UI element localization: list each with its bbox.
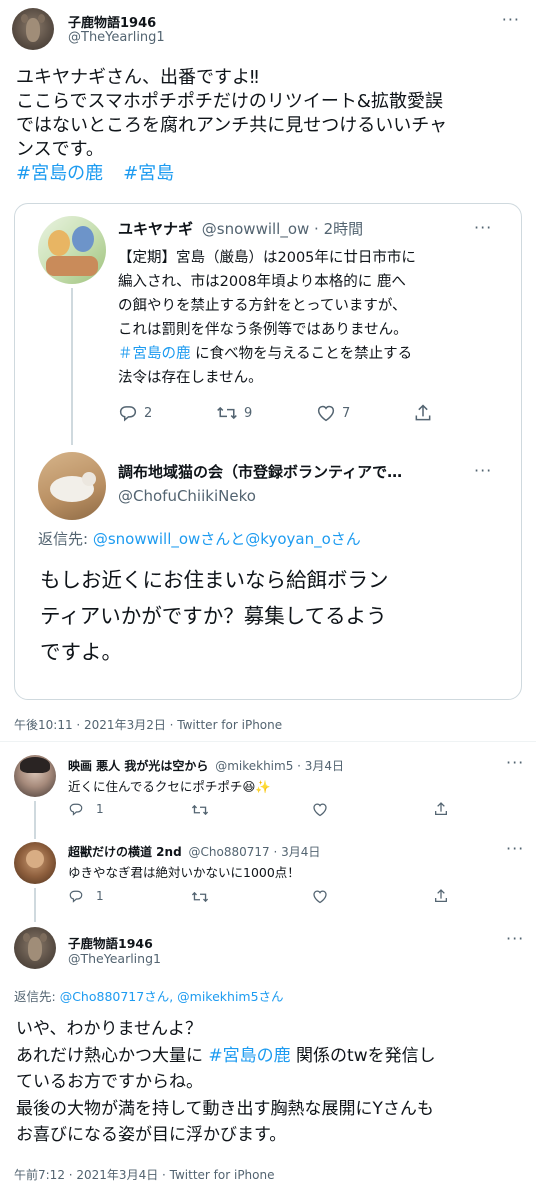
tweet-line: ここらでスマホポチポチだけのリツイート&拡散愛誤 [16,91,443,112]
hashtag-line: #宮島の鹿 #宮島 [16,162,526,186]
retweet-count: 9 [244,405,253,421]
reply-count: 1 [96,802,104,816]
quote-line: これは罰則を伴なう条例等ではありません。 [118,322,408,338]
heart-icon [317,405,335,422]
quote-reply-line: もしお近くにお住まいなら給餌ボラン [40,568,389,592]
thread-line [34,801,36,839]
author-name[interactable]: 子鹿物語1946 [68,933,153,952]
quote-reply-handle[interactable]: @ChofuChiikiNeko [118,487,256,505]
hashtag-link[interactable]: #宮島 [123,163,174,184]
quote-line: 編入され、市は2008年頃より本格的に 鹿へ [118,274,406,290]
quote-author-handle[interactable]: @snowwill_ow · 2時間 [202,220,363,238]
quote-avatar[interactable] [38,216,106,284]
reply-icon [69,890,83,903]
more-icon[interactable]: ··· [506,929,524,948]
author-handle[interactable]: @TheYearling1 [68,951,161,966]
reply-line: いや、わかりませんよ？ [16,1019,202,1039]
quote-line: ＃宮島の鹿 に食べ物を与えることを禁止する [118,346,413,362]
more-icon[interactable]: ··· [474,461,492,480]
hashtag-link[interactable]: #宮島の鹿 [16,163,103,184]
reply-author-name[interactable]: 映画 悪人 我が光は空から [68,759,208,773]
reply-count: 1 [96,889,104,903]
quote-line: 【定期】宮島（厳島）は2005年に廿日市市に [118,250,416,266]
share-icon[interactable] [433,888,449,904]
heart-icon[interactable] [312,802,328,817]
tweet-line: ではないところを腐れアンチ共に見せつけるいいチャ [16,115,448,136]
quote-reply-body: もしお近くにお住まいなら給餌ボラン ティアいかがですか？募集してるよう ですよ。 [40,562,510,670]
retweet-icon [217,406,237,420]
tweet-line: ユキヤナギさん、出番ですよ‼ [16,67,259,88]
reply-author-handle[interactable]: @Cho880717 · 3月4日 [189,845,321,859]
quote-header: ユキヤナギ @snowwill_ow · 2時間 [118,218,363,239]
more-icon[interactable]: ··· [502,10,520,29]
tweet-timestamp[interactable]: 午前7:12 · 2021年3月4日 · Twitter for iPhone [14,1166,275,1183]
reply-avatar[interactable] [14,755,56,797]
replying-to: 返信先: @snowwill_owさんと@kyoyan_oさん [38,530,361,548]
reply-action[interactable]: 1 [68,802,104,816]
like-action[interactable]: 7 [316,404,350,422]
divider [0,741,536,742]
more-icon[interactable]: ··· [506,753,524,772]
thread-line [71,288,73,445]
reply-author-name[interactable]: 超獣だけの横道 2nd [68,845,182,859]
reply-author-handle[interactable]: @mikekhim5 · 3月4日 [215,759,344,773]
retweet-icon[interactable] [191,890,209,904]
share-icon[interactable] [433,801,449,817]
hashtag-link[interactable]: ＃宮島の鹿 [118,346,191,362]
quote-reply-name[interactable]: 調布地域猫の会（市登録ボランティアで… [118,461,402,482]
reply-action[interactable]: 2 [118,404,152,422]
tweet-line: ンスです。 [16,139,104,160]
quote-line: の餌やりを禁止する方針をとっていますが、 [118,298,407,314]
author-handle[interactable]: @TheYearling1 [68,30,165,45]
author-name[interactable]: 子鹿物語1946 [68,12,156,31]
more-icon[interactable]: ··· [506,839,524,858]
retweet-icon[interactable] [191,803,209,817]
quote-reply-line: ティアいかがですか？募集してるよう [40,604,387,628]
reply-line: あれだけ熱心かつ大量に #宮島の鹿 関係のtwを発信し [16,1045,436,1066]
reply-text: 近くに住んでるクセにポチポチ😆✨ [68,779,271,794]
reply-icon [69,803,83,816]
like-count: 7 [342,405,351,421]
quote-body: 【定期】宮島（厳島）は2005年に廿日市市に 編入され、市は2008年頃より本格… [118,246,510,390]
avatar[interactable] [12,8,54,50]
hashtag-link[interactable]: #宮島の鹿 [208,1046,290,1066]
reply-icon [119,406,137,422]
quote-author-name[interactable]: ユキヤナギ [118,220,193,238]
quote-reply-line: ですよ。 [40,640,122,664]
reply-line: お喜びになる姿が目に浮かびます。 [16,1125,287,1145]
more-icon[interactable]: ··· [474,218,492,237]
reply-header: 映画 悪人 我が光は空から @mikekhim5 · 3月4日 [68,757,344,774]
avatar[interactable] [14,927,56,969]
reply-header: 超獣だけの横道 2nd @Cho880717 · 3月4日 [68,843,320,860]
tweet-body: ユキヤナギさん、出番ですよ‼ ここらでスマホポチポチだけのリツイート&拡散愛誤 … [16,66,526,186]
retweet-action[interactable]: 9 [216,404,252,422]
reply-body: いや、わかりませんよ？ あれだけ熱心かつ大量に #宮島の鹿 関係のtwを発信し … [16,1016,528,1149]
tweet-timestamp[interactable]: 午後10:11 · 2021年3月2日 · Twitter for iPhone [14,716,282,733]
replying-to: 返信先: @Cho880717さん, @mikekhim5さん [14,989,284,1004]
reply-line: 最後の大物が満を持して動き出す胸熱な展開にYさんも [16,1098,434,1119]
share-action[interactable] [413,403,433,423]
reply-text: ゆきやなぎ君は絶対いかないに1000点！ [68,865,300,880]
replying-to-link[interactable]: @Cho880717さん, @mikekhim5さん [60,989,284,1004]
heart-icon[interactable] [312,889,328,904]
replying-to-link[interactable]: @snowwill_owさんと@kyoyan_oさん [93,530,361,548]
share-icon [415,404,431,421]
quote-reply-avatar[interactable] [38,452,106,520]
reply-count: 2 [144,405,153,421]
thread-line [34,888,36,922]
reply-avatar[interactable] [14,842,56,884]
reply-action[interactable]: 1 [68,889,104,903]
quote-line: 法令は存在しません。 [118,370,263,386]
reply-line: ているお方ですからね。 [16,1072,203,1092]
